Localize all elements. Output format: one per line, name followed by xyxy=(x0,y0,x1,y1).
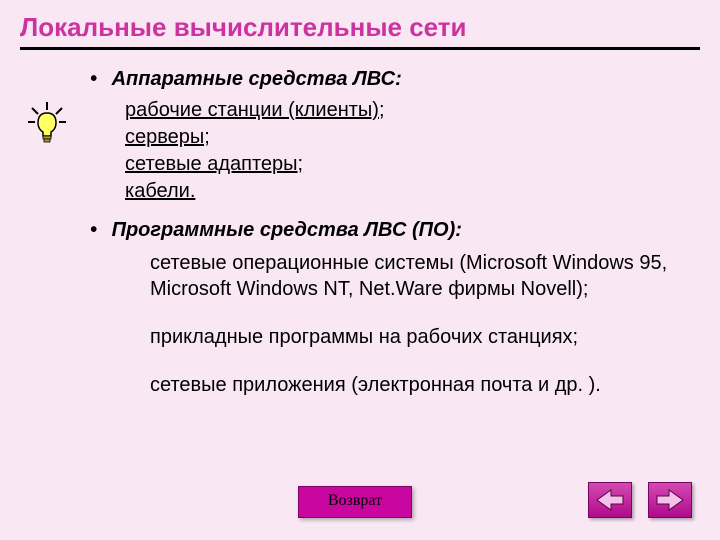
list-item[interactable]: сетевые адаптеры; xyxy=(125,151,720,178)
bullet-glyph: • xyxy=(90,68,106,91)
arrow-left-icon xyxy=(595,487,625,513)
software-list: сетевые операционные системы (Microsoft … xyxy=(150,250,680,398)
title-divider xyxy=(20,47,700,50)
section-heading-hardware-text: Аппаратные средства ЛВС: xyxy=(112,68,402,90)
list-item[interactable]: серверы; xyxy=(125,124,720,151)
nav-buttons xyxy=(588,482,692,518)
section-heading-software-text: Программные средства ЛВС (ПО): xyxy=(112,219,462,241)
prev-button[interactable] xyxy=(588,482,632,518)
content-area: • Аппаратные средства ЛВС: рабочие станц… xyxy=(0,68,720,398)
page-title: Локальные вычислительные сети xyxy=(0,0,720,47)
list-item[interactable]: кабели. xyxy=(125,178,720,205)
list-item: сетевые приложения (электронная почта и … xyxy=(150,372,680,398)
arrow-right-icon xyxy=(655,487,685,513)
return-button[interactable]: Возврат xyxy=(298,486,412,518)
section-heading-software: • Программные средства ЛВС (ПО): xyxy=(90,219,720,242)
list-item[interactable]: рабочие станции (клиенты); xyxy=(125,97,720,124)
hardware-list: рабочие станции (клиенты); серверы; сете… xyxy=(125,97,720,205)
lightbulb-icon xyxy=(24,100,70,146)
next-button[interactable] xyxy=(648,482,692,518)
section-heading-hardware: • Аппаратные средства ЛВС: xyxy=(90,68,720,91)
bullet-glyph: • xyxy=(90,219,106,242)
list-item: прикладные программы на рабочих станциях… xyxy=(150,324,680,350)
list-item: сетевые операционные системы (Microsoft … xyxy=(150,250,680,302)
